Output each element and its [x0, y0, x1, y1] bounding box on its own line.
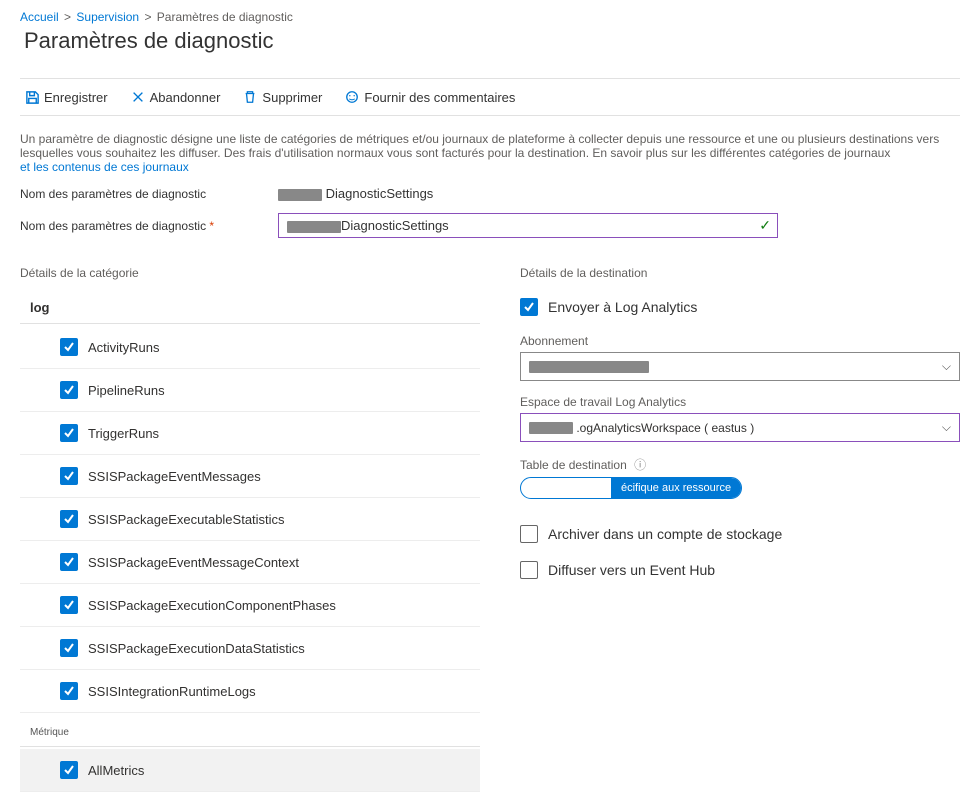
category-pipelineruns[interactable]: PipelineRuns — [20, 369, 480, 412]
feedback-button[interactable]: Fournir des commentaires — [340, 87, 519, 107]
checkbox-icon[interactable] — [60, 596, 78, 614]
checkbox-icon[interactable] — [60, 510, 78, 528]
log-group-title: log — [20, 298, 480, 324]
checkbox-icon[interactable] — [60, 381, 78, 399]
checkbox-icon[interactable] — [60, 424, 78, 442]
command-bar: Enregistrer Abandonner Supprimer Fournir… — [20, 78, 960, 116]
info-icon[interactable]: ⓘ — [634, 458, 646, 472]
learn-more-link[interactable]: et les contenus de ces journaux — [20, 160, 189, 174]
discard-button[interactable]: Abandonner — [126, 87, 225, 107]
page-title: Paramètres de diagnostic — [24, 28, 960, 54]
chevron-down-icon: ⌵ — [942, 420, 951, 435]
feedback-icon — [344, 89, 360, 105]
archive-storage-row[interactable]: Archiver dans un compte de stockage — [520, 525, 960, 543]
name-display-row: Nom des paramètres de diagnostic Diagnos… — [20, 186, 960, 201]
category-triggerruns[interactable]: TriggerRuns — [20, 412, 480, 455]
destination-header: Détails de la destination — [520, 266, 960, 280]
metric-group-title: Métrique — [20, 713, 480, 747]
category-allmetrics[interactable]: AllMetrics — [20, 749, 480, 792]
category-ssis-compphases[interactable]: SSISPackageExecutionComponentPhases — [20, 584, 480, 627]
category-column: Détails de la catégorie log ActivityRuns… — [20, 266, 480, 792]
table-toggle[interactable]: écifique aux ressource — [520, 477, 742, 499]
workspace-select[interactable]: .ogAnalyticsWorkspace ( eastus ) ⌵ — [520, 413, 960, 442]
category-ssis-msgcontext[interactable]: SSISPackageEventMessageContext — [20, 541, 480, 584]
category-ssis-datastats[interactable]: SSISPackageExecutionDataStatistics — [20, 627, 480, 670]
category-ssis-runtimelogs[interactable]: SSISIntegrationRuntimeLogs — [20, 670, 480, 713]
description-text: Un paramètre de diagnostic désigne une l… — [20, 132, 960, 174]
workspace-label: Espace de travail Log Analytics — [520, 395, 960, 409]
stream-eventhub-row[interactable]: Diffuser vers un Event Hub — [520, 561, 960, 579]
toggle-right-option[interactable]: écifique aux ressource — [611, 478, 741, 498]
breadcrumb: Accueil > Supervision > Paramètres de di… — [20, 10, 960, 24]
checkbox-icon[interactable] — [60, 682, 78, 700]
name-display-label: Nom des paramètres de diagnostic — [20, 187, 250, 201]
delete-button[interactable]: Supprimer — [238, 87, 326, 107]
category-ssis-eventmessages[interactable]: SSISPackageEventMessages — [20, 455, 480, 498]
breadcrumb-current: Paramètres de diagnostic — [157, 10, 293, 24]
breadcrumb-monitor[interactable]: Supervision — [76, 10, 139, 24]
valid-check-icon: ✓ — [759, 217, 771, 234]
checkbox-icon[interactable] — [520, 561, 538, 579]
name-edit-label: Nom des paramètres de diagnostic — [20, 219, 250, 233]
category-activityruns[interactable]: ActivityRuns — [20, 326, 480, 369]
subscription-label: Abonnement — [520, 334, 960, 348]
checkbox-icon[interactable] — [60, 553, 78, 571]
name-display-value: DiagnosticSettings — [278, 186, 433, 201]
subscription-select[interactable]: ⌵ — [520, 352, 960, 381]
toggle-left-option[interactable] — [521, 478, 611, 498]
save-icon — [24, 89, 40, 105]
checkbox-icon[interactable] — [60, 338, 78, 356]
name-edit-row: Nom des paramètres de diagnostic Diagnos… — [20, 213, 960, 238]
name-input[interactable]: DiagnosticSettings ✓ — [278, 213, 778, 238]
discard-icon — [130, 89, 146, 105]
breadcrumb-home[interactable]: Accueil — [20, 10, 59, 24]
chevron-down-icon: ⌵ — [942, 359, 951, 374]
checkbox-icon[interactable] — [60, 467, 78, 485]
checkbox-icon[interactable] — [60, 761, 78, 779]
table-label: Table de destination ⓘ — [520, 456, 960, 473]
category-header: Détails de la catégorie — [20, 266, 480, 280]
category-ssis-execstats[interactable]: SSISPackageExecutableStatistics — [20, 498, 480, 541]
destination-column: Détails de la destination Envoyer à Log … — [520, 266, 960, 792]
checkbox-icon[interactable] — [520, 298, 538, 316]
send-log-analytics-row[interactable]: Envoyer à Log Analytics — [520, 298, 960, 316]
checkbox-icon[interactable] — [520, 525, 538, 543]
delete-icon — [242, 89, 258, 105]
checkbox-icon[interactable] — [60, 639, 78, 657]
save-button[interactable]: Enregistrer — [20, 87, 112, 107]
